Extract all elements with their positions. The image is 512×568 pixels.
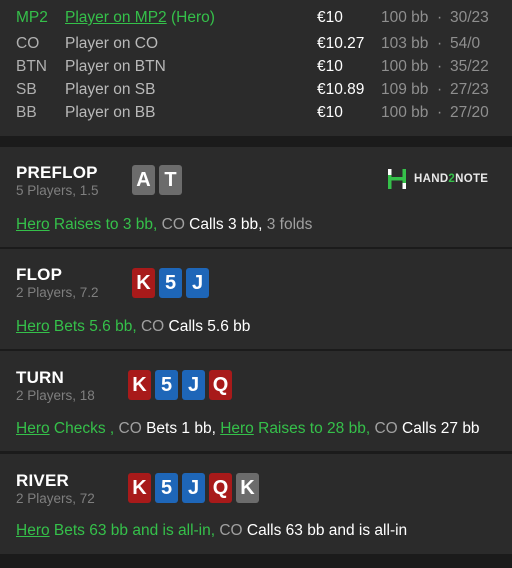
player-stats: 27/23 — [450, 81, 489, 98]
street-preflop: PREFLOP 5 Players, 1.5 A T Hero Raises t… — [0, 147, 512, 247]
player-row-btn[interactable]: BTN Player on BTN €10 100 bb · 35/22 — [0, 58, 512, 81]
playing-card: Q — [209, 473, 232, 503]
player-position: BB — [16, 104, 37, 121]
street-subtitle: 2 Players, 18 — [16, 388, 95, 403]
action-line: Hero Raises to 3 bb, CO Calls 3 bb, 3 fo… — [16, 216, 312, 234]
separator-dot: · — [437, 35, 443, 52]
playing-card: A — [132, 165, 155, 195]
board-cards: K 5 J — [132, 268, 209, 298]
player-name-text[interactable]: Player on MP2 — [65, 9, 167, 26]
player-row-bb[interactable]: BB Player on BB €10 100 bb · 27/20 — [0, 104, 512, 127]
playing-card: J — [182, 473, 205, 503]
action-line: Hero Bets 5.6 bb, CO Calls 5.6 bb — [16, 318, 250, 336]
player-stack-bb: 103 bb — [381, 35, 429, 52]
action-text: Bets 1 bb, — [141, 420, 216, 437]
hero-link[interactable]: Hero — [16, 420, 50, 437]
action-text: Calls 3 bb, — [184, 216, 263, 233]
hero-link[interactable]: Hero — [16, 522, 50, 539]
player-stats: 30/23 — [450, 9, 489, 26]
playing-card: K — [128, 370, 151, 400]
street-subtitle: 5 Players, 1.5 — [16, 183, 99, 198]
separator-dot: · — [437, 58, 443, 75]
hero-link[interactable]: Hero — [220, 420, 254, 437]
player-stats: 35/22 — [450, 58, 489, 75]
street-subtitle: 2 Players, 7.2 — [16, 285, 99, 300]
player-stats: 27/20 — [450, 104, 489, 121]
player-stack-money: €10 — [317, 9, 343, 26]
street-title: PREFLOP — [16, 163, 98, 182]
player-name[interactable]: Player on BTN — [65, 58, 166, 76]
playing-card: J — [186, 268, 209, 298]
hero-hole-cards: A T — [132, 165, 182, 195]
playing-card: 5 — [155, 473, 178, 503]
players-table: MP2 Player on MP2 (Hero) €10 100 bb · 30… — [0, 0, 512, 136]
playing-card: Q — [209, 370, 232, 400]
player-stack-money: €10 — [317, 58, 343, 75]
playing-card: T — [159, 165, 182, 195]
action-text: Calls 27 bb — [397, 420, 480, 437]
separator-dot: · — [437, 104, 443, 121]
action-position: CO — [157, 216, 185, 233]
board-cards: K 5 J Q — [128, 370, 232, 400]
action-text: Calls 63 bb and is all-in — [242, 522, 408, 539]
street-river: RIVER 2 Players, 72 K 5 J Q K Hero Bets … — [0, 454, 512, 554]
action-position: CO — [370, 420, 398, 437]
action-text: Raises to 28 bb, — [253, 420, 371, 437]
action-text: Bets 63 bb and is all-in, — [49, 522, 216, 539]
playing-card: K — [128, 473, 151, 503]
action-text: Raises to 3 bb, — [49, 216, 158, 233]
street-title: TURN — [16, 368, 65, 387]
action-position: CO — [136, 318, 165, 335]
playing-card: K — [132, 268, 155, 298]
playing-card: J — [182, 370, 205, 400]
player-name[interactable]: Player on BB — [65, 104, 155, 122]
player-stack-money: €10.89 — [317, 81, 365, 98]
action-text: Bets 5.6 bb, — [49, 318, 137, 335]
action-line: Hero Bets 63 bb and is all-in, CO Calls … — [16, 522, 407, 540]
action-position: CO — [215, 522, 243, 539]
playing-card: 5 — [155, 370, 178, 400]
player-position: SB — [16, 81, 37, 98]
player-stack-money: €10 — [317, 104, 343, 121]
action-text: Checks , — [49, 420, 115, 437]
player-row-co[interactable]: CO Player on CO €10.27 103 bb · 54/0 — [0, 35, 512, 58]
player-stack-bb: 100 bb — [381, 58, 429, 75]
hand2note-logo: HAND2NOTE — [386, 168, 488, 190]
separator-dot: · — [437, 81, 443, 98]
player-stack-bb: 100 bb — [381, 9, 429, 26]
player-name[interactable]: Player on SB — [65, 81, 155, 99]
player-position: BTN — [16, 58, 47, 75]
player-name[interactable]: Player on CO — [65, 35, 158, 53]
player-stack-bb: 109 bb — [381, 81, 429, 98]
street-turn: TURN 2 Players, 18 K 5 J Q Hero Checks ,… — [0, 351, 512, 451]
street-flop: FLOP 2 Players, 7.2 K 5 J Hero Bets 5.6 … — [0, 249, 512, 349]
hero-link[interactable]: Hero — [16, 216, 50, 233]
player-position: MP2 — [16, 9, 48, 26]
hero-tag: (Hero) — [170, 9, 215, 26]
player-row-mp2[interactable]: MP2 Player on MP2 (Hero) €10 100 bb · 30… — [0, 9, 512, 32]
player-row-sb[interactable]: SB Player on SB €10.89 109 bb · 27/23 — [0, 81, 512, 104]
hand2note-logo-icon — [388, 169, 406, 189]
street-title: FLOP — [16, 265, 63, 284]
player-stack-bb: 100 bb — [381, 104, 429, 121]
action-text: Calls 5.6 bb — [164, 318, 251, 335]
action-line: Hero Checks , CO Bets 1 bb, Hero Raises … — [16, 420, 480, 438]
playing-card: K — [236, 473, 259, 503]
hand2note-logo-text: HAND2NOTE — [414, 173, 489, 185]
player-stack-money: €10.27 — [317, 35, 365, 52]
player-name[interactable]: Player on MP2 (Hero) — [65, 9, 215, 27]
action-text: 3 folds — [262, 216, 313, 233]
player-position: CO — [16, 35, 40, 52]
hero-link[interactable]: Hero — [16, 318, 50, 335]
action-position: CO — [114, 420, 142, 437]
separator-dot: · — [437, 9, 443, 26]
street-title: RIVER — [16, 471, 69, 490]
street-subtitle: 2 Players, 72 — [16, 491, 95, 506]
board-cards: K 5 J Q K — [128, 473, 259, 503]
playing-card: 5 — [159, 268, 182, 298]
player-stats: 54/0 — [450, 35, 481, 52]
